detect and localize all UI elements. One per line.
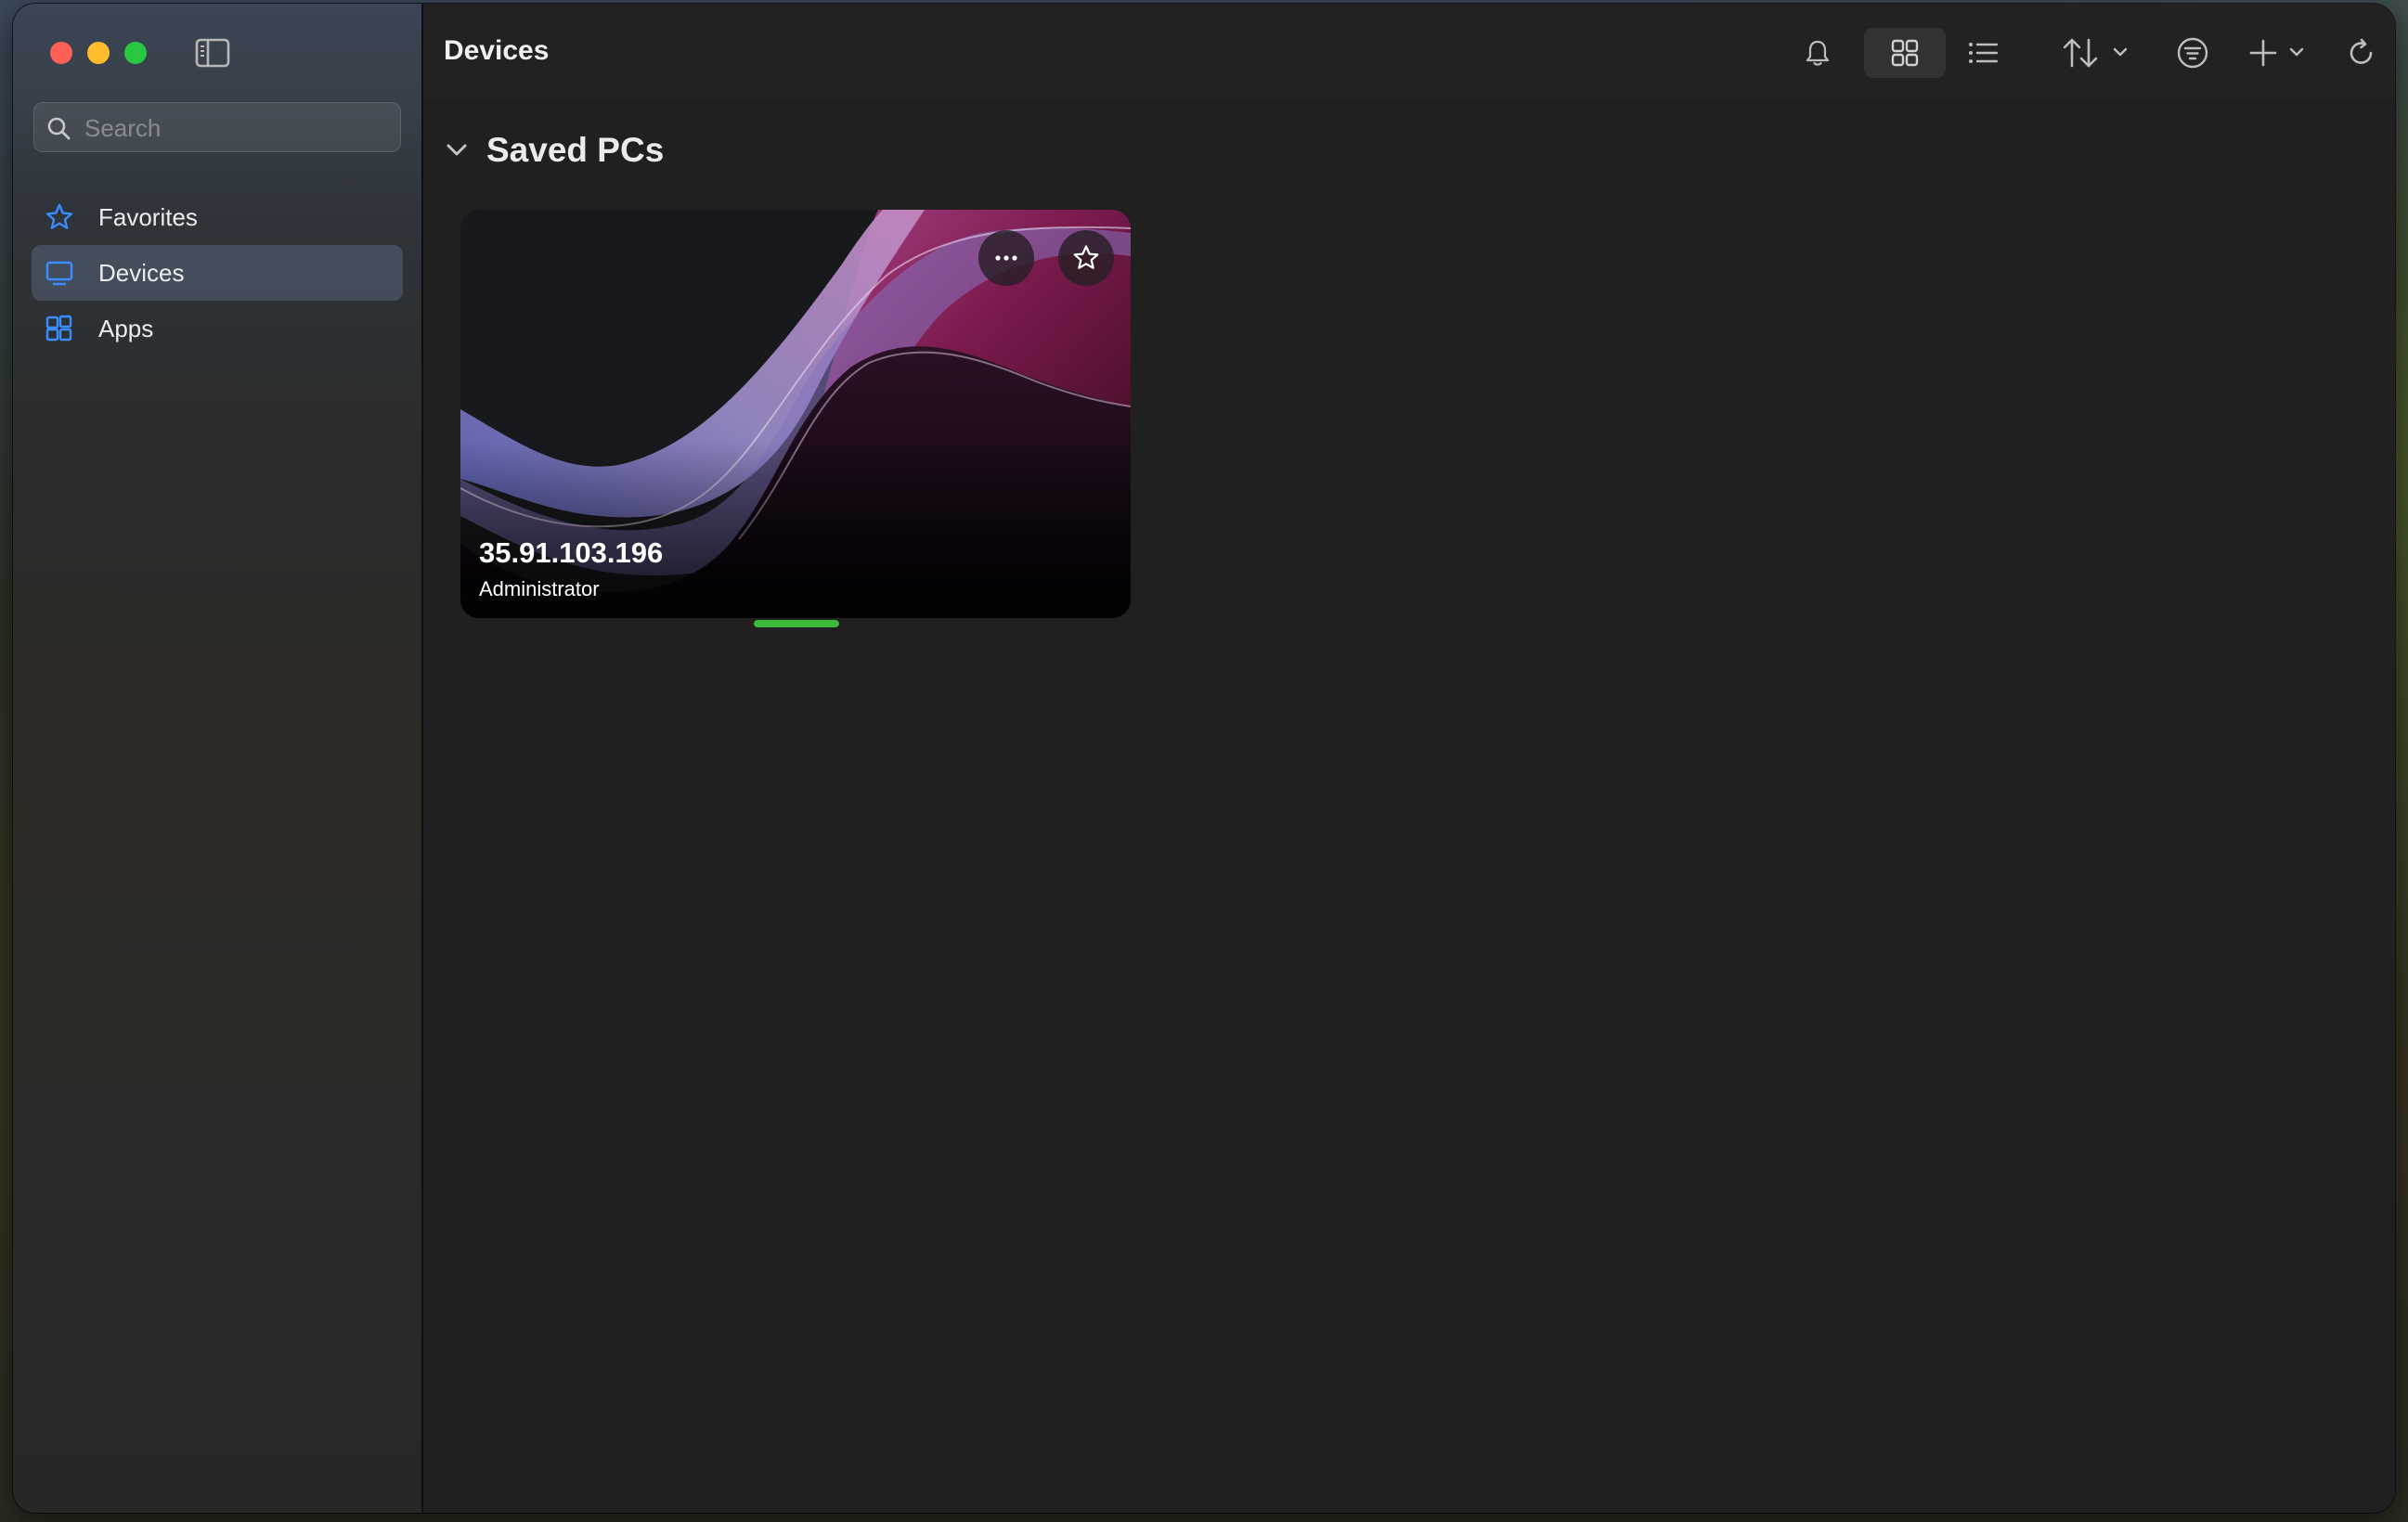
sidebar-item-favorites[interactable]: Favorites [32,189,403,245]
refresh-icon [2350,38,2373,64]
search-icon [47,117,71,140]
page-title: Devices [444,35,550,66]
apps-grid-icon [45,315,72,342]
bell-icon [1806,40,1830,66]
app-window: Favorites Devices Apps Devices [13,4,2395,1513]
device-card[interactable]: 35.91.103.196 Administrator [460,210,1131,618]
device-username: Administrator [479,577,600,600]
device-name: 35.91.103.196 [479,536,664,569]
close-window-button[interactable] [50,42,72,64]
sort-menu-button[interactable] [2055,28,2135,78]
add-icon [2249,39,2277,67]
sidebar-item-label: Apps [98,315,154,342]
list-view-button[interactable] [1955,28,2011,78]
monitor-icon [45,261,73,286]
grid-view-icon [1891,39,1919,67]
sidebar: Favorites Devices Apps [13,4,423,1513]
sidebar-item-label: Favorites [98,203,198,231]
star-icon [45,203,73,229]
grid-view-button[interactable] [1864,28,1946,78]
star-icon [1073,245,1099,269]
chevron-down-icon [447,144,467,156]
sidebar-toggle-button[interactable] [194,37,231,69]
add-menu-button[interactable] [2241,28,2315,78]
filter-icon [2177,37,2208,69]
toolbar: Devices [423,4,2395,103]
favorite-toggle-button[interactable] [1058,230,1114,286]
section-title: Saved PCs [486,131,665,169]
main-content: Devices Saved PCs 35.91.103.196 Administ… [423,4,2395,1513]
more-options-button[interactable] [978,230,1034,286]
minimize-window-button[interactable] [87,42,110,64]
refresh-button[interactable] [2337,28,2384,78]
notifications-button[interactable] [1793,28,1840,78]
sidebar-icon [195,38,230,68]
sidebar-item-devices[interactable]: Devices [32,245,403,301]
sort-icon [2063,38,2098,68]
connection-status-bar [754,620,839,627]
connection-status-fill [754,620,839,627]
search-input[interactable] [83,103,393,153]
sidebar-item-label: Devices [98,259,185,287]
chevron-down-icon [2289,47,2304,57]
sidebar-item-apps[interactable]: Apps [32,301,403,356]
ellipsis-icon [995,255,1017,261]
chevron-down-icon [2113,47,2128,57]
search-field [33,102,401,153]
list-view-icon [1969,43,1999,63]
filter-button[interactable] [2167,28,2219,78]
zoom-window-button[interactable] [124,42,147,64]
